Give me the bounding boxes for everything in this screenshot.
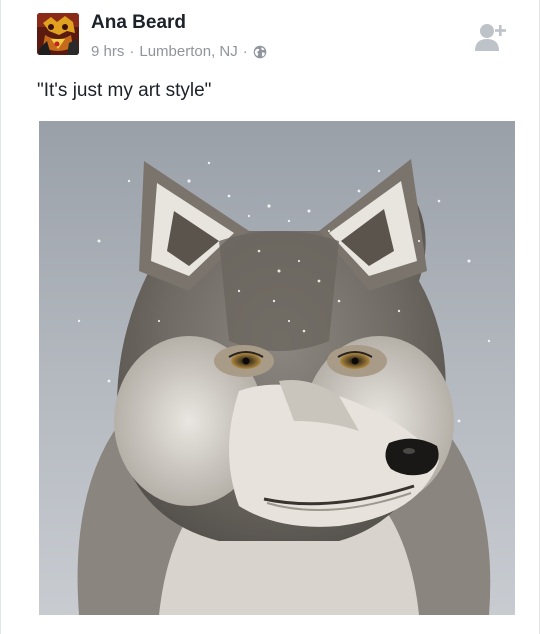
add-friend-icon[interactable]	[475, 22, 507, 52]
meta-separator: ·	[129, 43, 135, 60]
post-photo[interactable]	[39, 121, 515, 615]
post-location[interactable]: Lumberton, NJ	[139, 43, 237, 60]
author-name[interactable]: Ana Beard	[91, 12, 186, 34]
post-meta: 9 hrs · Lumberton, NJ ·	[91, 43, 267, 60]
wolf-photo	[39, 121, 515, 615]
avatar[interactable]	[37, 13, 79, 55]
post-card: Ana Beard 9 hrs · Lumberton, NJ · "It's …	[0, 0, 540, 634]
post-caption: "It's just my art style"	[37, 80, 212, 101]
meta-separator: ·	[242, 43, 248, 60]
globe-icon[interactable]	[253, 45, 267, 59]
avatar-image	[37, 13, 79, 55]
post-timestamp[interactable]: 9 hrs	[91, 43, 124, 60]
